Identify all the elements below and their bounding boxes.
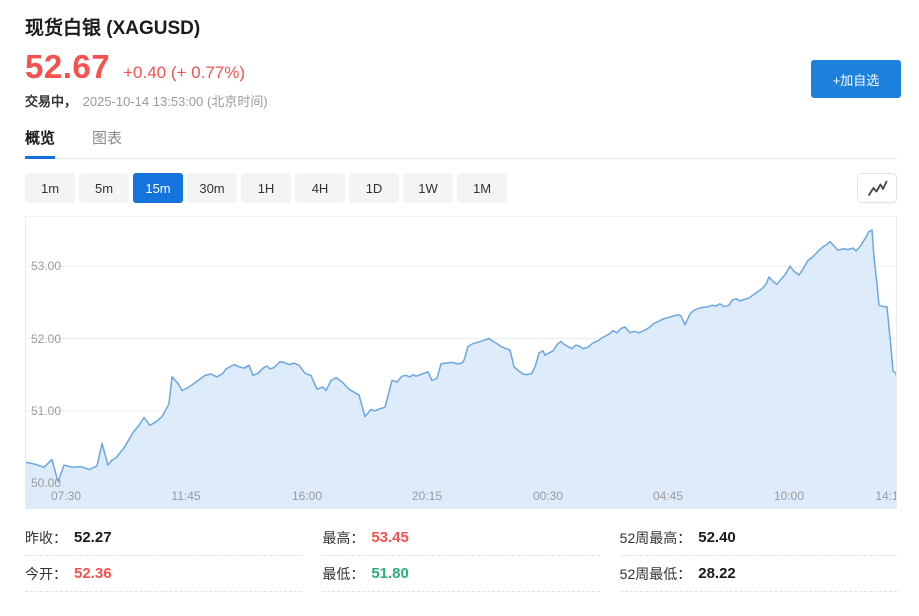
quote-timestamp: 2025-10-14 13:53:00	[83, 94, 204, 109]
y-axis-label: 52.00	[31, 332, 61, 346]
stat-value: 52.40	[698, 529, 736, 546]
add-watchlist-button[interactable]: +加自选	[811, 60, 901, 98]
range-button-4H[interactable]: 4H	[295, 173, 345, 203]
price-row: 52.67 +0.40 (+ 0.77%)	[25, 48, 897, 86]
range-selector: 1m5m15m30m1H4H1D1W1M	[25, 173, 507, 203]
stat-item: 昨收： 52.27	[25, 520, 302, 556]
quote-stats: 昨收： 52.27 最高： 53.45 52周最高： 52.40 今开： 52.36 最低： 51…	[25, 520, 897, 592]
tab-overview[interactable]: 概览	[25, 127, 55, 159]
y-axis-label: 51.00	[31, 404, 61, 418]
range-button-5m[interactable]: 5m	[79, 173, 129, 203]
range-button-1D[interactable]: 1D	[349, 173, 399, 203]
stat-item: 最低： 51.80	[322, 556, 599, 592]
stat-label: 52周最高：	[620, 528, 692, 548]
x-axis-label: 04:45	[653, 489, 683, 503]
x-axis-label: 14:1	[875, 489, 897, 503]
quote-page: 现货白银 (XAGUSD) 52.67 +0.40 (+ 0.77%) 交易中，…	[0, 13, 919, 592]
chart-style-button[interactable]	[857, 173, 897, 203]
price-chart[interactable]: 53.0052.0051.0050.0007:3011:4516:0020:15…	[25, 216, 897, 509]
stat-label: 最高：	[322, 528, 364, 548]
range-button-15m[interactable]: 15m	[133, 173, 183, 203]
stat-item: 最高： 53.45	[322, 520, 599, 556]
range-button-1m[interactable]: 1m	[25, 173, 75, 203]
stat-item: 今开： 52.36	[25, 556, 302, 592]
stat-label: 最低：	[322, 564, 364, 584]
stat-value: 52.36	[74, 565, 112, 582]
stat-value: 52.27	[74, 529, 112, 546]
price-value: 52.67	[25, 48, 110, 86]
chart-canvas	[26, 217, 897, 509]
y-axis-label: 53.00	[31, 259, 61, 273]
x-axis-label: 00:30	[533, 489, 563, 503]
x-axis-label: 20:15	[412, 489, 442, 503]
tab-chart[interactable]: 图表	[92, 127, 122, 158]
stat-item: 52周最低： 28.22	[620, 556, 897, 592]
x-axis-label: 16:00	[292, 489, 322, 503]
chart-toolbar: 1m5m15m30m1H4H1D1W1M	[25, 173, 897, 203]
range-button-1W[interactable]: 1W	[403, 173, 453, 203]
page-title: 现货白银 (XAGUSD)	[25, 13, 897, 40]
line-chart-icon	[865, 178, 889, 199]
x-axis-label: 10:00	[774, 489, 804, 503]
stat-label: 今开：	[25, 564, 67, 584]
x-axis-label: 07:30	[51, 489, 81, 503]
trading-status: 交易中，	[25, 94, 77, 109]
x-axis-label: 11:45	[171, 489, 200, 503]
stat-item: 52周最高： 52.40	[620, 520, 897, 556]
price-change: +0.40 (+ 0.77%)	[123, 63, 245, 83]
stat-value: 51.80	[371, 565, 409, 582]
status-row: 交易中， 2025-10-14 13:53:00 (北京时间)	[25, 91, 897, 110]
range-button-30m[interactable]: 30m	[187, 173, 237, 203]
tab-bar: 概览 图表	[25, 127, 897, 159]
stat-value: 28.22	[698, 565, 736, 582]
area-fill	[26, 230, 897, 509]
timezone-label: (北京时间)	[207, 94, 268, 109]
stat-label: 52周最低：	[620, 564, 692, 584]
stat-value: 53.45	[371, 529, 409, 546]
stat-label: 昨收：	[25, 528, 67, 548]
range-button-1M[interactable]: 1M	[457, 173, 507, 203]
range-button-1H[interactable]: 1H	[241, 173, 291, 203]
